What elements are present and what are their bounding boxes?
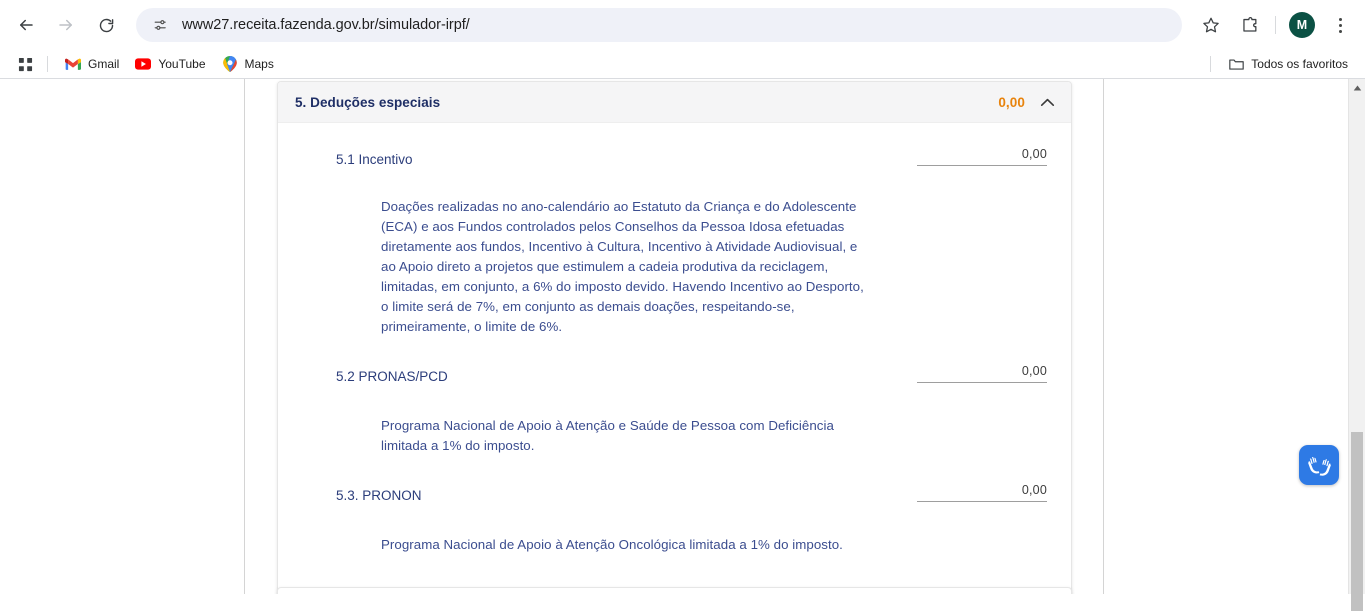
chevron-up-icon[interactable] [1039, 94, 1055, 110]
field-input-pronas-pcd[interactable]: 0,00 [917, 364, 1047, 383]
field-label: 5.2 PRONAS/PCD [336, 369, 448, 384]
address-bar[interactable]: www27.receita.fazenda.gov.br/simulador-i… [136, 8, 1182, 42]
profile-button[interactable]: M [1286, 9, 1318, 41]
apps-grid-icon[interactable] [13, 52, 37, 76]
scroll-up-arrow-icon [1353, 85, 1361, 90]
section-body: 5.1 Incentivo 0,00 Doações realizadas no… [278, 123, 1071, 555]
section-title: 5. Deduções especiais [295, 94, 441, 110]
section-total-value: 0,00 [998, 94, 1025, 110]
field-label: 5.1 Incentivo [336, 152, 413, 167]
layout-divider-left [244, 79, 245, 594]
toolbar-divider [1275, 16, 1276, 34]
sign-language-hands-icon [1307, 456, 1331, 476]
folder-icon [1228, 56, 1244, 72]
page-viewport: 5. Deduções especiais 0,00 5.1 Incentivo… [0, 79, 1365, 594]
all-bookmarks-button[interactable]: Todos os favoritos [1221, 52, 1355, 76]
field-row-pronon: 5.3. PRONON 0,00 [278, 483, 1047, 505]
deducoes-especiais-card: 5. Deduções especiais 0,00 5.1 Incentivo… [277, 81, 1072, 594]
reload-button[interactable] [90, 9, 122, 41]
bookmark-star-button[interactable] [1195, 9, 1227, 41]
bookmark-gmail[interactable]: Gmail [58, 52, 126, 76]
tune-sliders-icon [154, 20, 166, 30]
gmail-icon [65, 56, 81, 72]
grid-icon [18, 57, 32, 71]
field-description-pronas-pcd: Programa Nacional de Apoio à Atenção e S… [381, 418, 834, 453]
bookmark-label: YouTube [158, 57, 206, 71]
field-value: 0,00 [1021, 364, 1047, 378]
all-bookmarks-area: Todos os favoritos [1200, 50, 1357, 78]
browser-toolbar: www27.receita.fazenda.gov.br/simulador-i… [0, 0, 1365, 50]
youtube-icon [135, 56, 152, 72]
back-button[interactable] [10, 9, 42, 41]
field-row-pronas-pcd: 5.2 PRONAS/PCD 0,00 [278, 364, 1047, 386]
avatar: M [1289, 12, 1315, 38]
field-row-incentivo: 5.1 Incentivo 0,00 [278, 147, 1047, 169]
reload-icon [99, 18, 113, 32]
field-underline [917, 165, 1047, 166]
forward-arrow-icon [59, 19, 72, 31]
maps-icon [222, 56, 238, 72]
scrollbar-track[interactable] [1349, 96, 1365, 611]
field-input-incentivo[interactable]: 0,00 [917, 147, 1047, 166]
bookmarks-divider [47, 56, 48, 72]
extensions-puzzle-icon [1242, 16, 1256, 32]
bookmark-youtube[interactable]: YouTube [128, 52, 212, 76]
chevron-up-glyph [1040, 98, 1054, 106]
gmail-envelope-icon [65, 58, 81, 70]
youtube-play-icon [135, 58, 152, 70]
next-section-card[interactable] [277, 587, 1072, 594]
folder-outline-icon [1229, 59, 1244, 70]
field-label: 5.3. PRONON [336, 488, 422, 503]
field-underline [917, 501, 1047, 502]
site-info-icon[interactable] [150, 15, 170, 35]
vlibras-accessibility-button[interactable] [1299, 445, 1339, 485]
bookmark-label: Maps [244, 57, 274, 71]
all-bookmarks-label: Todos os favoritos [1251, 57, 1348, 71]
address-bar-url: www27.receita.fazenda.gov.br/simulador-i… [182, 17, 470, 33]
forward-button[interactable] [50, 9, 82, 41]
star-icon [1203, 17, 1219, 33]
scrollbar-thumb[interactable] [1351, 432, 1363, 611]
toolbar-actions: M [1192, 9, 1365, 41]
field-underline [917, 382, 1047, 383]
layout-divider-right [1103, 79, 1104, 594]
field-input-pronon[interactable]: 0,00 [917, 483, 1047, 502]
bookmark-maps[interactable]: Maps [215, 52, 281, 76]
bookmarks-bar: Gmail YouTube Maps Todos os favoritos [0, 50, 1365, 78]
section-header[interactable]: 5. Deduções especiais 0,00 [278, 82, 1071, 123]
field-value: 0,00 [1021, 147, 1047, 161]
back-arrow-icon [20, 19, 33, 31]
chrome-menu-button[interactable] [1324, 9, 1356, 41]
kebab-menu-icon [1338, 17, 1342, 33]
bookmarks-divider-right [1210, 56, 1212, 72]
field-value: 0,00 [1021, 483, 1047, 497]
extensions-button[interactable] [1233, 9, 1265, 41]
field-description-incentivo: Doações realizadas no ano-calendário ao … [381, 199, 864, 334]
maps-pin-icon [222, 56, 237, 72]
section-header-right: 0,00 [998, 94, 1055, 110]
browser-chrome: www27.receita.fazenda.gov.br/simulador-i… [0, 0, 1365, 79]
bookmark-label: Gmail [88, 57, 120, 71]
field-description-pronon: Programa Nacional de Apoio à Atenção Onc… [381, 537, 843, 552]
page-scrollbar[interactable] [1348, 79, 1365, 611]
scrollbar-up-arrow[interactable] [1349, 79, 1365, 96]
